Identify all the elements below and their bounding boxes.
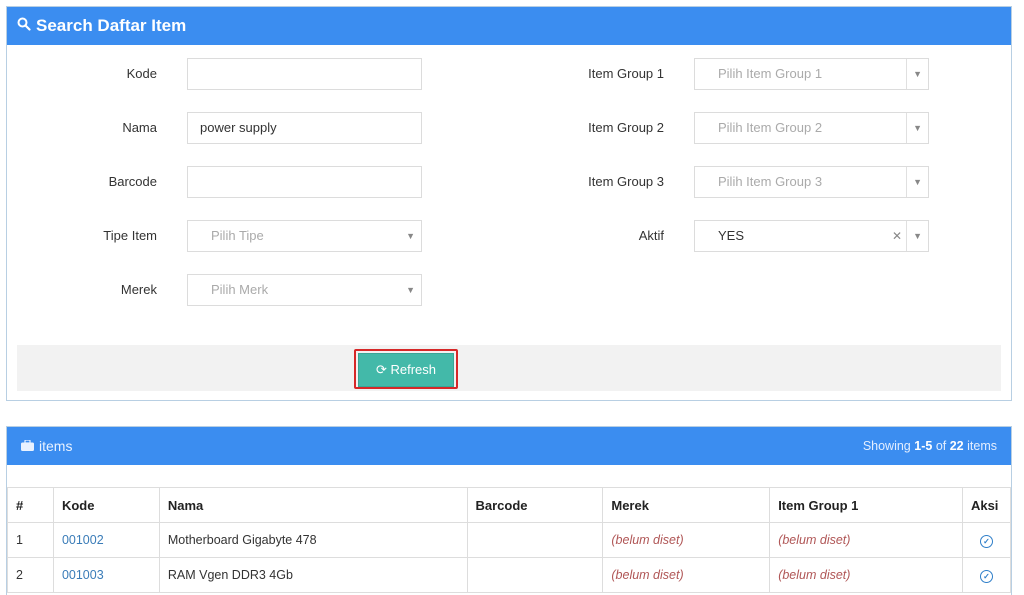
caret-down-icon: ▼ — [906, 113, 922, 143]
search-panel-title: Search Daftar Item — [36, 16, 187, 35]
row-nama: RAM Vgen DDR3 4Gb — [158, 557, 468, 593]
row-aksi: ✓ — [961, 522, 1012, 558]
search-footer-bar — [17, 345, 1001, 391]
items-table: # Kode Nama Barcode Merek Item Group 1 A… — [7, 487, 1012, 593]
items-panel-title: items — [39, 438, 73, 454]
aktif-value: YES — [718, 228, 745, 243]
table-header-row: # Kode Nama Barcode Merek Item Group 1 A… — [7, 487, 1012, 523]
item-group-3-placeholder: Pilih Item Group 3 — [718, 174, 823, 189]
kode-label: Kode — [126, 66, 157, 81]
col-kode[interactable]: Kode — [52, 487, 160, 523]
kode-input[interactable] — [187, 58, 422, 90]
search-panel-header: Search Daftar Item — [7, 7, 1011, 45]
row-merek: (belum diset) — [602, 522, 771, 558]
tipe-item-select[interactable]: Pilih Tipe ▼ — [187, 220, 422, 252]
row-item-group-1: (belum diset) — [769, 557, 963, 593]
aktif-select[interactable]: YES ✕ ▼ — [694, 220, 929, 252]
showing-range: 1-5 — [914, 439, 933, 453]
col-no: # — [7, 487, 54, 523]
row-kode-link[interactable]: 001002 — [52, 522, 160, 558]
showing-of: of — [935, 439, 947, 453]
refresh-button-highlight[interactable]: ⟳ Refresh — [354, 349, 458, 389]
col-merek[interactable]: Merek — [602, 487, 771, 523]
col-barcode[interactable]: Barcode — [466, 487, 604, 523]
item-group-2-select[interactable]: Pilih Item Group 2 ▼ — [694, 112, 929, 144]
items-panel: items Showing 1-5 of 22 items # Kode Nam… — [6, 426, 1012, 595]
row-merek: (belum diset) — [602, 557, 771, 593]
col-aksi: Aksi — [961, 487, 1012, 523]
col-item-group-1[interactable]: Item Group 1 — [769, 487, 963, 523]
showing-count: Showing 1-5 of 22 items — [863, 439, 997, 453]
briefcase-icon — [21, 438, 34, 454]
row-item-group-1: (belum diset) — [769, 522, 963, 558]
caret-down-icon: ▼ — [406, 231, 415, 241]
caret-down-icon: ▼ — [906, 221, 922, 251]
item-group-1-label: Item Group 1 — [588, 66, 664, 81]
row-barcode — [466, 522, 604, 558]
check-circle-icon[interactable]: ✓ — [979, 569, 993, 583]
merek-placeholder: Pilih Merk — [211, 282, 269, 297]
item-group-3-select[interactable]: Pilih Item Group 3 ▼ — [694, 166, 929, 198]
table-row: 2 001003 RAM Vgen DDR3 4Gb (belum diset)… — [7, 557, 1012, 593]
caret-down-icon: ▼ — [906, 59, 922, 89]
caret-down-icon: ▼ — [906, 167, 922, 197]
item-group-3-label: Item Group 3 — [588, 174, 664, 189]
nama-label: Nama — [122, 120, 157, 135]
row-no: 2 — [7, 557, 54, 593]
tipe-item-label: Tipe Item — [103, 228, 157, 243]
row-barcode — [466, 557, 604, 593]
search-icon — [17, 16, 31, 36]
item-group-1-select[interactable]: Pilih Item Group 1 ▼ — [694, 58, 929, 90]
caret-down-icon: ▼ — [406, 285, 415, 295]
showing-suffix: items — [967, 439, 997, 453]
item-group-2-label: Item Group 2 — [588, 120, 664, 135]
item-group-2-placeholder: Pilih Item Group 2 — [718, 120, 823, 135]
table-row: 1 001002 Motherboard Gigabyte 478 (belum… — [7, 522, 1012, 558]
refresh-button[interactable]: ⟳ Refresh — [358, 353, 454, 387]
refresh-label: Refresh — [390, 362, 437, 377]
showing-total: 22 — [949, 439, 964, 453]
aktif-label: Aktif — [638, 228, 664, 243]
items-panel-header: items Showing 1-5 of 22 items — [7, 427, 1011, 465]
barcode-label: Barcode — [108, 174, 157, 189]
showing-prefix: Showing — [862, 439, 911, 453]
clear-icon[interactable]: ✕ — [892, 221, 902, 251]
row-aksi: ✓ — [961, 557, 1012, 593]
barcode-input[interactable] — [187, 166, 422, 198]
merek-select[interactable]: Pilih Merk ▼ — [187, 274, 422, 306]
row-nama: Motherboard Gigabyte 478 — [158, 522, 468, 558]
col-nama[interactable]: Nama — [158, 487, 468, 523]
row-no: 1 — [7, 522, 54, 558]
refresh-icon: ⟳ — [375, 362, 387, 377]
tipe-item-placeholder: Pilih Tipe — [211, 228, 264, 243]
row-kode-link[interactable]: 001003 — [52, 557, 160, 593]
check-circle-icon[interactable]: ✓ — [979, 534, 993, 548]
search-panel: Search Daftar Item Kode Nama power suppl… — [6, 6, 1012, 401]
merek-label: Merek — [120, 282, 157, 297]
nama-input[interactable]: power supply — [187, 112, 422, 144]
item-group-1-placeholder: Pilih Item Group 1 — [718, 66, 823, 81]
